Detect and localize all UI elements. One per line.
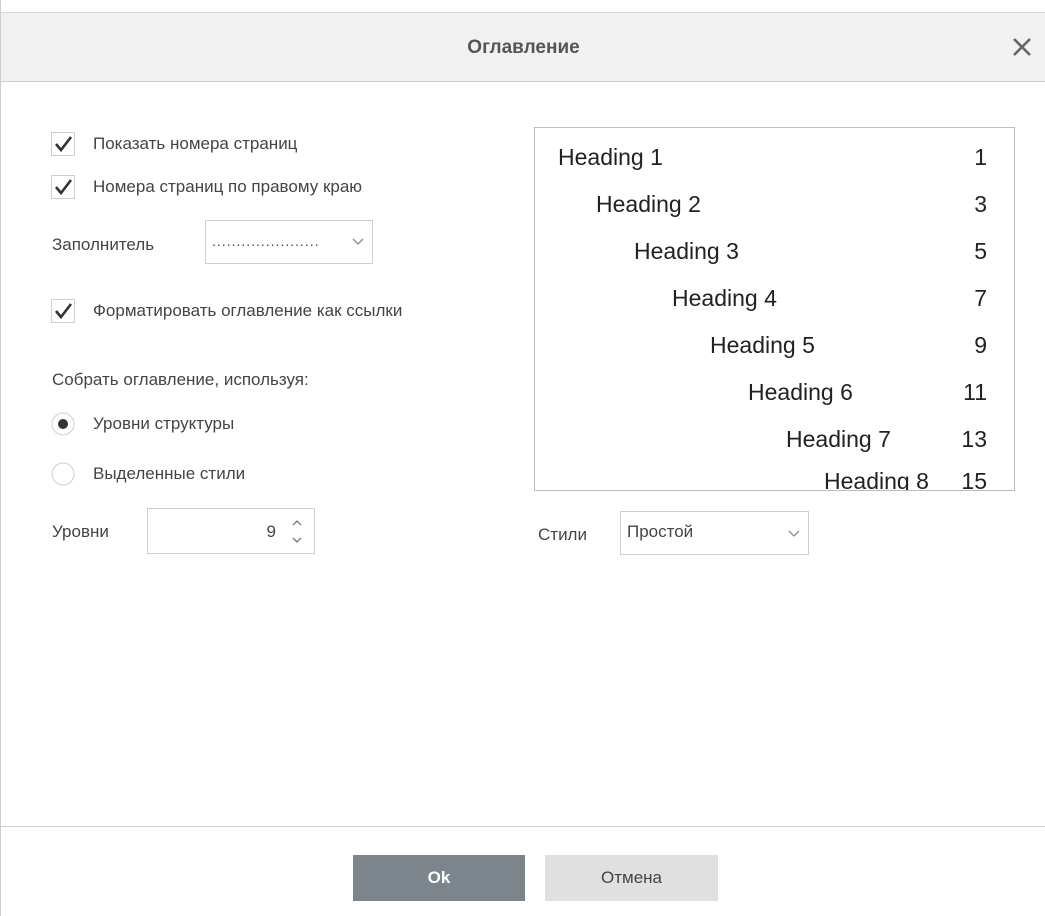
ok-button[interactable]: Ok bbox=[353, 855, 525, 901]
format-as-links-row: Форматировать оглавление как ссылки bbox=[51, 298, 402, 324]
preview-page: 11 bbox=[963, 379, 987, 405]
radio-levels-row: Уровни структуры bbox=[51, 411, 234, 437]
chevron-down-icon[interactable] bbox=[290, 533, 304, 547]
preview-row: Heading 1 1 bbox=[535, 144, 1014, 178]
build-from-label: Собрать оглавление, используя: bbox=[52, 370, 309, 389]
preview-heading: Heading 8 bbox=[824, 468, 929, 491]
preview-heading: Heading 7 bbox=[786, 426, 891, 452]
toc-preview: Heading 1 1 Heading 2 3 Heading 3 5 Head… bbox=[534, 127, 1015, 491]
preview-row: Heading 3 5 bbox=[535, 238, 1014, 272]
preview-page: 5 bbox=[974, 238, 987, 264]
leader-select[interactable]: ...................... bbox=[205, 220, 373, 264]
preview-heading: Heading 4 bbox=[672, 285, 777, 311]
radio-styles-row: Выделенные стили bbox=[51, 461, 245, 487]
show-page-numbers-checkbox[interactable] bbox=[51, 132, 75, 156]
chevron-down-icon bbox=[788, 530, 800, 537]
right-align-numbers-row: Номера страниц по правому краю bbox=[51, 174, 362, 200]
radio-levels-label: Уровни структуры bbox=[93, 414, 235, 433]
leader-label: Заполнитель bbox=[52, 235, 155, 254]
styles-select-value: Простой bbox=[627, 522, 694, 541]
preview-row: Heading 5 9 bbox=[535, 332, 1014, 366]
preview-heading: Heading 6 bbox=[748, 379, 853, 405]
levels-value: 9 bbox=[266, 522, 276, 541]
preview-page: 1 bbox=[974, 144, 987, 170]
radio-levels[interactable] bbox=[51, 412, 75, 436]
dialog-titlebar: Оглавление bbox=[1, 12, 1045, 82]
radio-styles[interactable] bbox=[51, 462, 75, 486]
right-align-numbers-checkbox[interactable] bbox=[51, 175, 75, 199]
toc-dialog: Оглавление Показать номера страниц Номер… bbox=[0, 0, 1045, 916]
levels-spinner[interactable]: 9 bbox=[147, 508, 315, 554]
preview-row: Heading 2 3 bbox=[535, 191, 1014, 225]
leader-select-value: ...................... bbox=[212, 233, 320, 249]
preview-row: Heading 6 11 bbox=[535, 379, 1014, 413]
preview-row: Heading 8 15 bbox=[535, 468, 1014, 491]
preview-heading: Heading 1 bbox=[558, 144, 663, 170]
chevron-down-icon bbox=[352, 238, 364, 245]
preview-page: 15 bbox=[961, 468, 987, 491]
levels-label: Уровни bbox=[52, 522, 109, 541]
preview-page: 7 bbox=[974, 285, 987, 311]
format-as-links-checkbox[interactable] bbox=[51, 299, 75, 323]
preview-heading: Heading 5 bbox=[710, 332, 815, 358]
footer-divider bbox=[1, 826, 1045, 827]
chevron-up-icon[interactable] bbox=[290, 516, 304, 530]
show-page-numbers-row: Показать номера страниц bbox=[51, 131, 297, 157]
cancel-button[interactable]: Отмена bbox=[545, 855, 718, 901]
format-as-links-label: Форматировать оглавление как ссылки bbox=[93, 301, 403, 320]
dialog-title: Оглавление bbox=[467, 37, 580, 58]
radio-styles-label: Выделенные стили bbox=[93, 464, 246, 483]
preview-page: 9 bbox=[974, 332, 987, 358]
show-page-numbers-label: Показать номера страниц bbox=[93, 134, 298, 153]
preview-row: Heading 4 7 bbox=[535, 285, 1014, 319]
styles-select[interactable]: Простой bbox=[620, 511, 809, 555]
preview-heading: Heading 3 bbox=[634, 238, 739, 264]
preview-page: 3 bbox=[974, 191, 987, 217]
preview-row: Heading 7 13 bbox=[535, 426, 1014, 460]
styles-label: Стили bbox=[538, 525, 587, 544]
close-icon[interactable] bbox=[1002, 27, 1042, 67]
right-align-numbers-label: Номера страниц по правому краю bbox=[93, 177, 363, 196]
preview-page: 13 bbox=[961, 426, 987, 452]
preview-heading: Heading 2 bbox=[596, 191, 701, 217]
